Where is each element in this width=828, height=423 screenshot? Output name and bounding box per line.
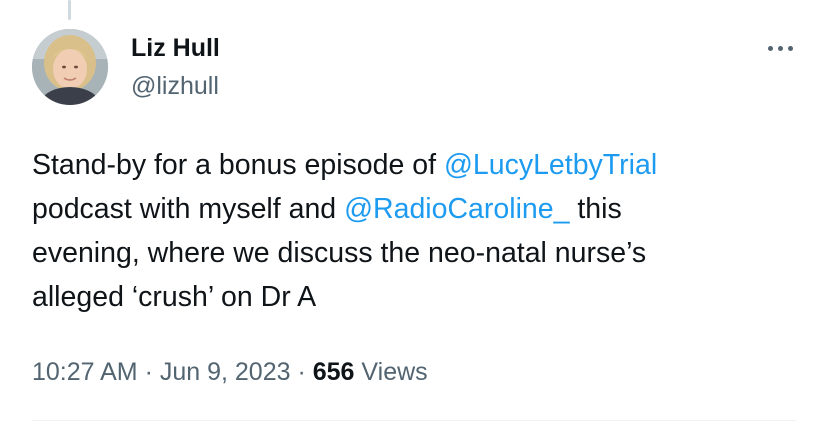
views-count[interactable]: 656 [313, 358, 355, 386]
tweet-text-line: evening, where we discuss the neo-natal … [32, 237, 647, 269]
views-label: Views [354, 358, 428, 386]
more-horizontal-icon [787, 45, 793, 51]
tweet-time-link[interactable]: 10:27 AM [32, 358, 138, 386]
avatar[interactable] [32, 29, 108, 105]
thread-connector-line [68, 0, 71, 20]
tweet-text-segment: this [569, 193, 622, 225]
more-horizontal-icon [767, 45, 773, 51]
divider [32, 420, 796, 421]
mention-link-lucyletbytrial[interactable]: @LucyLetbyTrial [444, 149, 657, 181]
author-display-name[interactable]: Liz Hull [131, 34, 220, 62]
tweet-text-line: Stand-by for a bonus episode of @LucyLet… [32, 143, 802, 187]
tweet-text-line: podcast with myself and @RadioCaroline_ … [32, 187, 802, 231]
tweet-text-segment: Stand-by for a bonus episode of [32, 149, 444, 181]
tweet-text-segment: podcast with myself and [32, 193, 345, 225]
profile-photo-icon [32, 29, 108, 105]
tweet-text: Stand-by for a bonus episode of @LucyLet… [32, 143, 802, 319]
more-options-button[interactable] [756, 34, 804, 62]
mention-link-radiocaroline[interactable]: @RadioCaroline_ [344, 193, 569, 225]
meta-separator: · [290, 358, 313, 386]
tweet-metadata: 10:27 AM · Jun 9, 2023 · 656 Views [32, 356, 428, 388]
tweet-date-link[interactable]: Jun 9, 2023 [160, 358, 291, 386]
author-handle[interactable]: @lizhull [131, 72, 219, 100]
meta-separator: · [137, 358, 160, 386]
tweet-text-line: alleged ‘crush’ on Dr A [32, 281, 317, 313]
more-horizontal-icon [777, 45, 783, 51]
